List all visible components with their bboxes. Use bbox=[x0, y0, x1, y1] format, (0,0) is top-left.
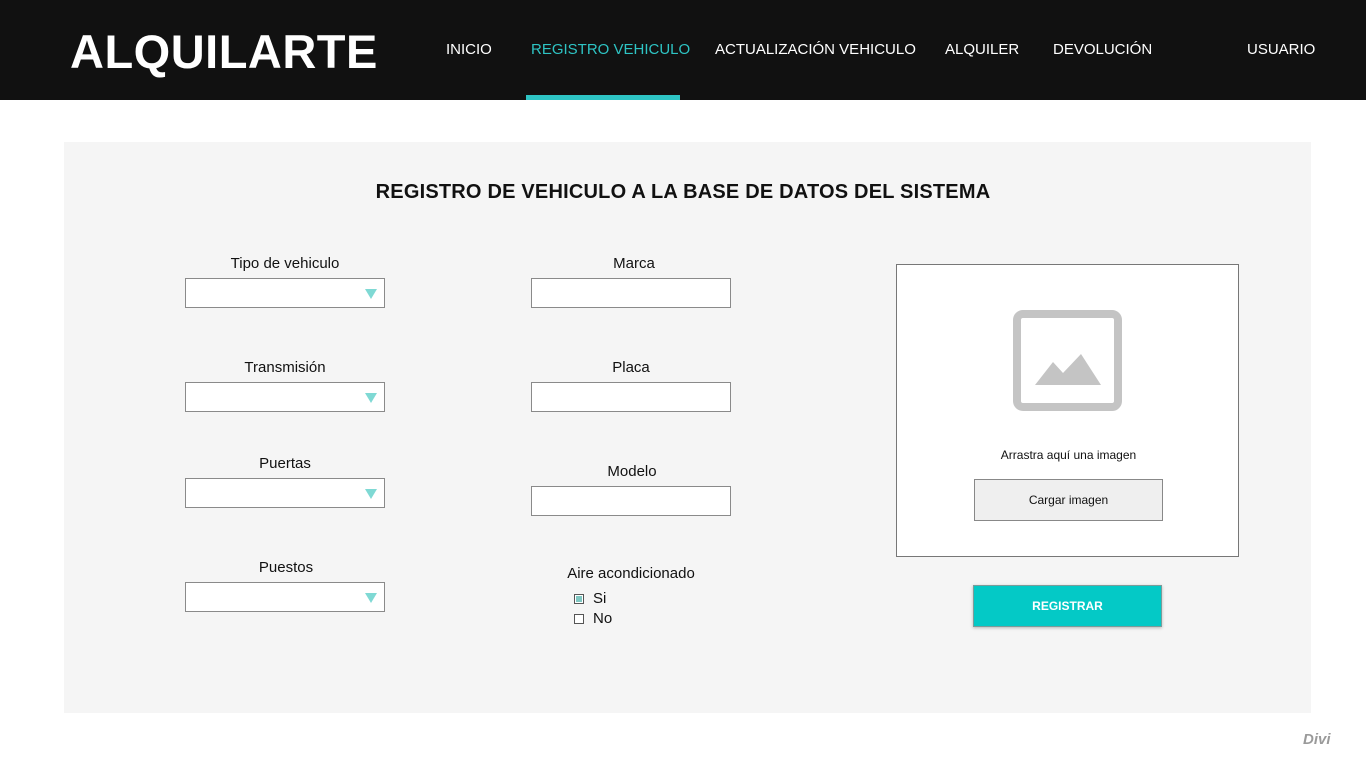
upload-image-button[interactable]: Cargar imagen bbox=[974, 479, 1163, 521]
aire-si-label: Si bbox=[593, 590, 607, 607]
page-title: REGISTRO DE VEHICULO A LA BASE DE DATOS … bbox=[375, 181, 991, 203]
register-button[interactable]: REGISTRAR bbox=[973, 585, 1162, 627]
nav-usuario[interactable]: USUARIO bbox=[1247, 41, 1315, 58]
nav-devolucion[interactable]: DEVOLUCIÓN bbox=[1053, 41, 1152, 58]
checkbox-no[interactable] bbox=[574, 614, 584, 624]
dropdown-arrow-icon bbox=[365, 593, 377, 603]
dropdown-arrow-icon bbox=[365, 393, 377, 403]
checkbox-si[interactable] bbox=[574, 594, 584, 604]
active-tab-indicator bbox=[526, 95, 680, 100]
transmision-select[interactable] bbox=[185, 382, 385, 412]
puestos-select[interactable] bbox=[185, 582, 385, 612]
puertas-select[interactable] bbox=[185, 478, 385, 508]
placa-label: Placa bbox=[612, 359, 650, 376]
image-placeholder-icon bbox=[1013, 310, 1122, 411]
tipo-vehiculo-label: Tipo de vehiculo bbox=[230, 255, 340, 272]
top-navbar: ALQUILARTE INICIO REGISTRO VEHICULO ACTU… bbox=[0, 0, 1366, 100]
image-drop-zone[interactable]: Arrastra aquí una imagen Cargar imagen bbox=[896, 264, 1239, 557]
nav-registro-vehiculo[interactable]: REGISTRO VEHICULO bbox=[531, 41, 690, 58]
drop-zone-text: Arrastra aquí una imagen bbox=[1000, 448, 1137, 462]
aire-no-label: No bbox=[593, 610, 613, 627]
modelo-input[interactable] bbox=[531, 486, 731, 516]
divi-watermark: Divi bbox=[1303, 731, 1331, 748]
puertas-label: Puertas bbox=[259, 455, 311, 472]
dropdown-arrow-icon bbox=[365, 289, 377, 299]
transmision-label: Transmisión bbox=[244, 359, 326, 376]
tipo-vehiculo-select[interactable] bbox=[185, 278, 385, 308]
modelo-label: Modelo bbox=[607, 463, 657, 480]
dropdown-arrow-icon bbox=[365, 489, 377, 499]
aire-acondicionado-label: Aire acondicionado bbox=[567, 565, 695, 582]
site-logo[interactable]: ALQUILARTE bbox=[70, 24, 378, 79]
marca-input[interactable] bbox=[531, 278, 731, 308]
puestos-label: Puestos bbox=[258, 559, 314, 576]
nav-actualizacion-vehiculo[interactable]: ACTUALIZACIÓN VEHICULO bbox=[715, 41, 916, 58]
nav-inicio[interactable]: INICIO bbox=[446, 41, 492, 58]
placa-input[interactable] bbox=[531, 382, 731, 412]
marca-label: Marca bbox=[613, 255, 655, 272]
nav-alquiler[interactable]: ALQUILER bbox=[945, 41, 1019, 58]
